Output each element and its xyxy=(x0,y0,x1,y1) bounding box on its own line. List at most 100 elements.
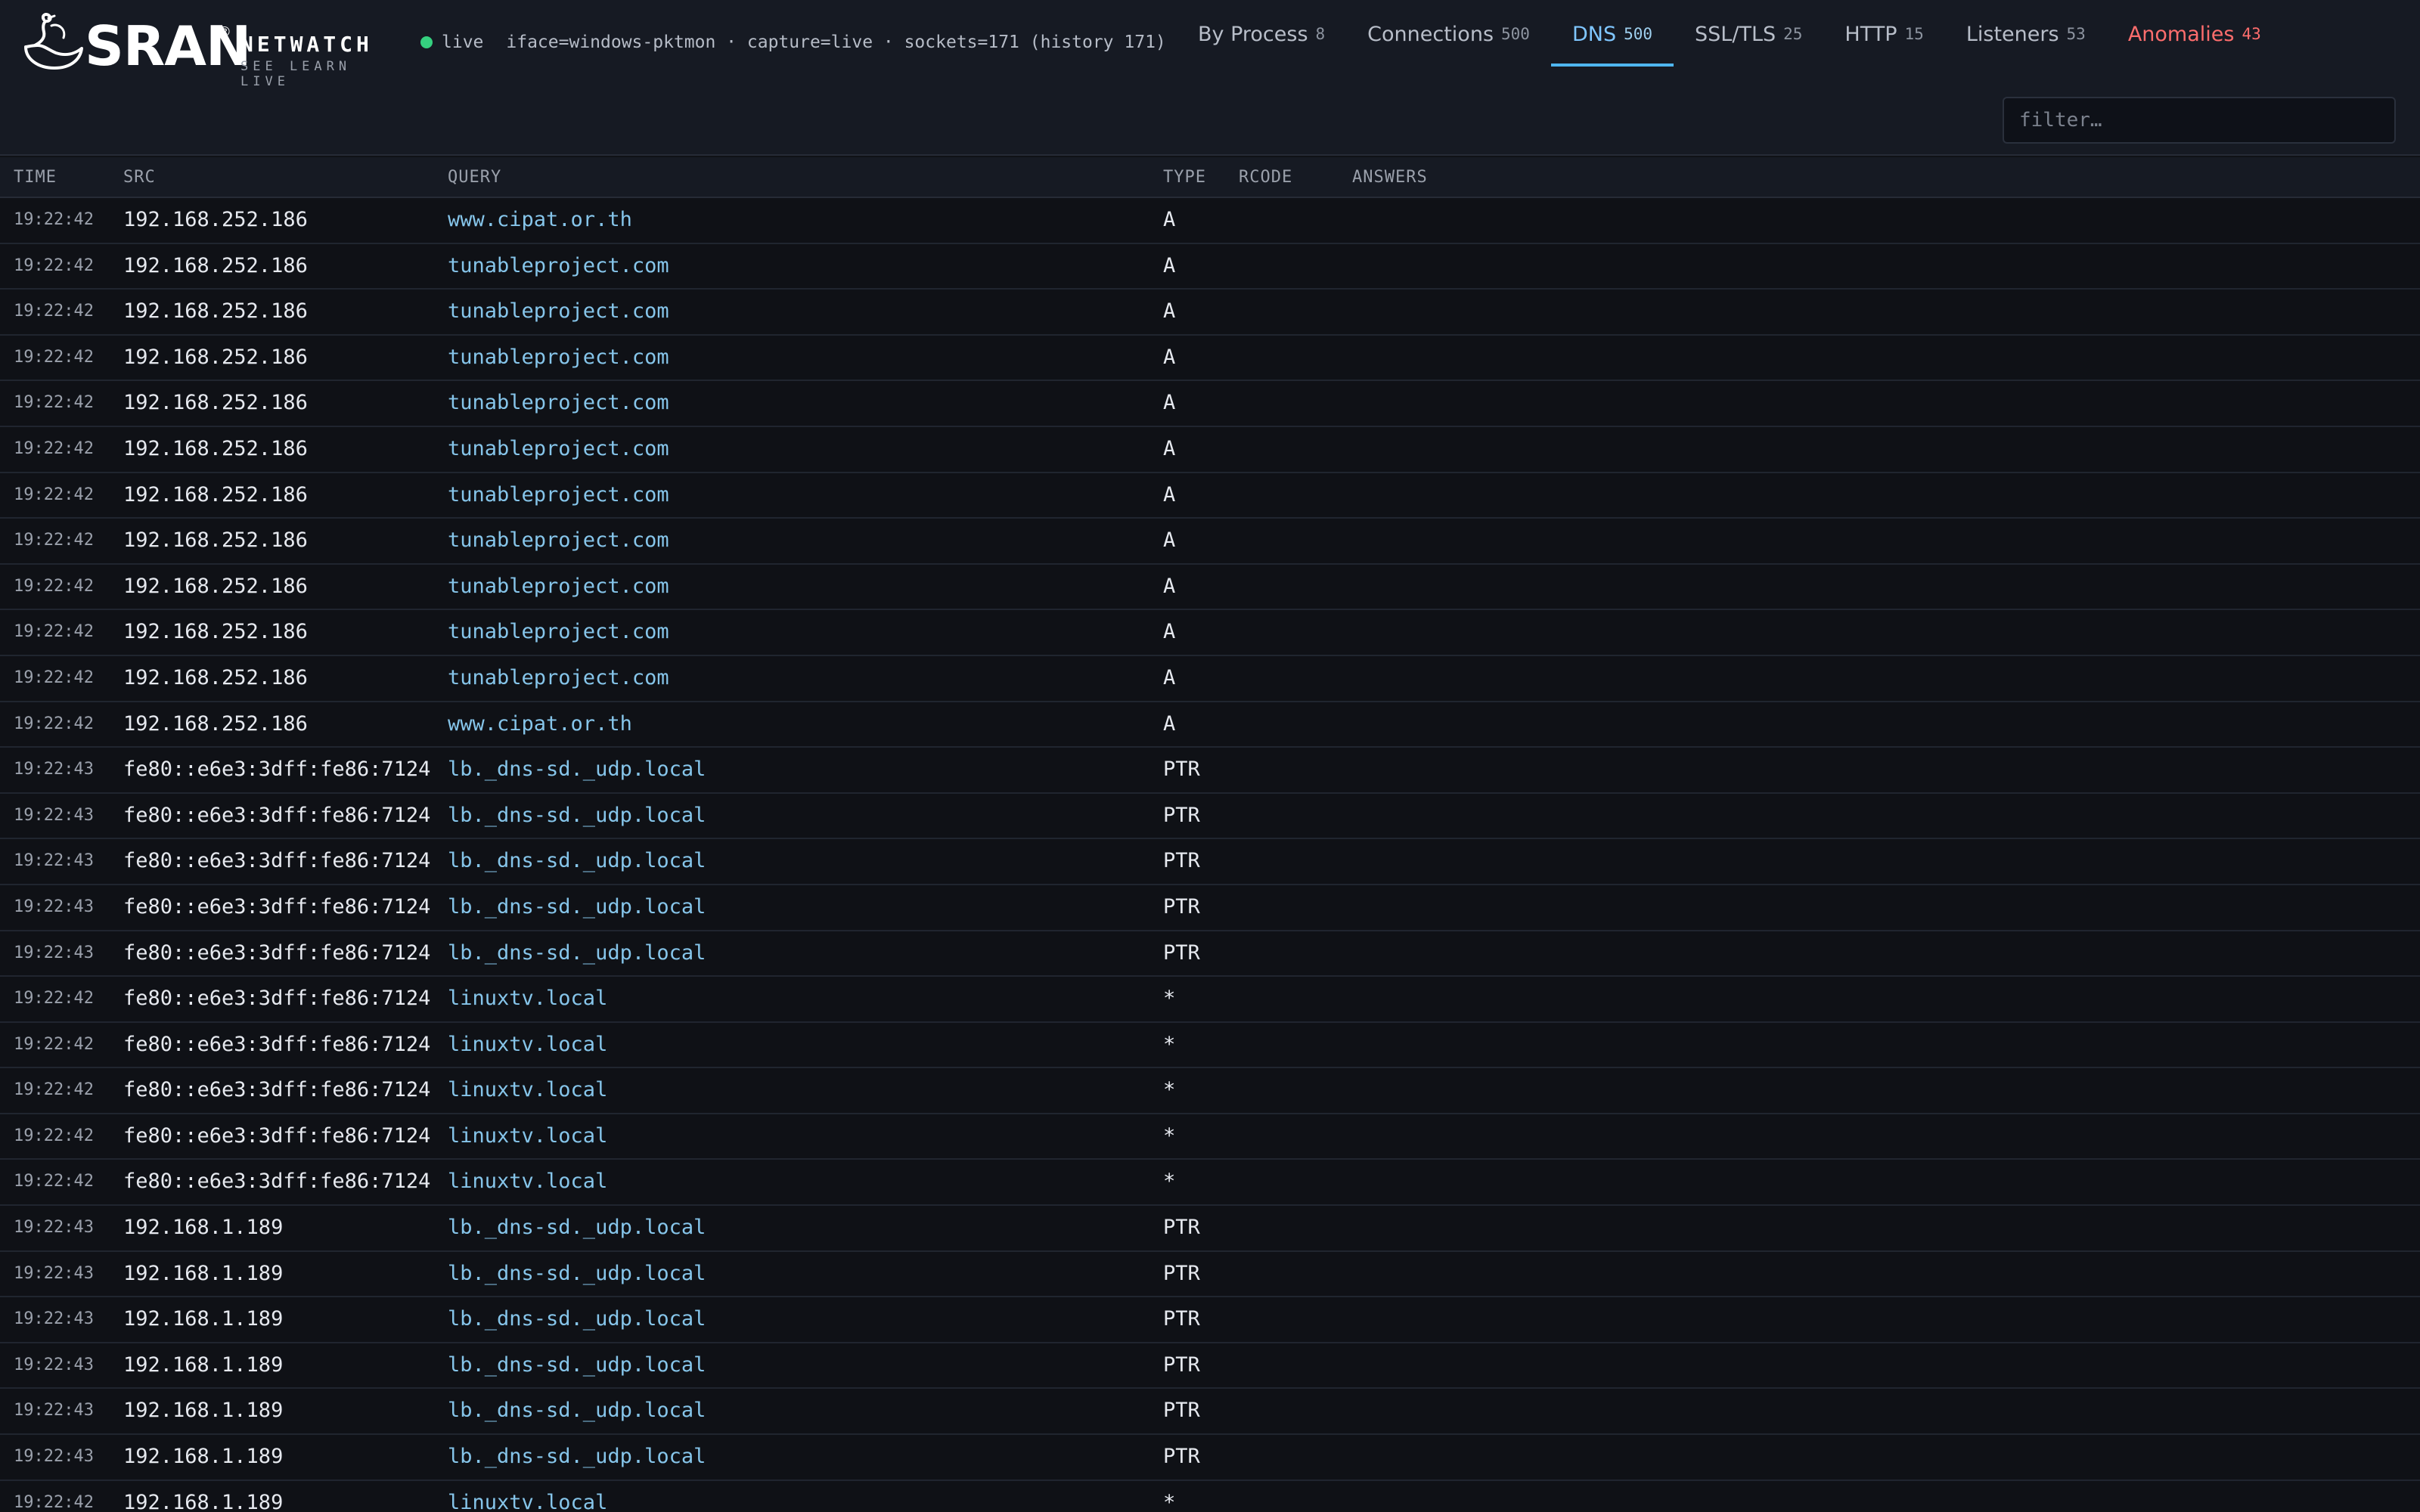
tab-listeners[interactable]: Listeners 53 xyxy=(1945,0,2107,68)
table-row[interactable]: 19:22:43 192.168.1.189 lb._dns-sd._udp.loc… xyxy=(0,1343,2420,1390)
column-header-answers[interactable]: ANSWERS xyxy=(1352,157,1428,198)
cell-query: lb._dns-sd._udp.local xyxy=(448,1445,706,1469)
table-row[interactable]: 19:22:43 192.168.1.189 lb._dns-sd._udp.loc… xyxy=(0,1252,2420,1298)
cell-type: PTR xyxy=(1163,803,1200,827)
table-row[interactable]: 19:22:42 192.168.1.189 linuxtv.local * xyxy=(0,1481,2420,1512)
cell-src: 192.168.1.189 xyxy=(123,1445,284,1469)
table-row[interactable]: 19:22:42 192.168.252.186 tunableproject.co… xyxy=(0,519,2420,565)
cell-type: * xyxy=(1163,1123,1176,1148)
cell-time: 19:22:42 xyxy=(14,347,94,367)
cell-time: 19:22:42 xyxy=(14,622,94,642)
table-row[interactable]: 19:22:42 192.168.252.186 tunableproject.co… xyxy=(0,290,2420,336)
cell-type: A xyxy=(1163,620,1176,644)
tab-label: SSL/TLS xyxy=(1695,22,1776,46)
tab-http[interactable]: HTTP 15 xyxy=(1823,0,1944,68)
cell-src: 192.168.252.186 xyxy=(123,482,308,507)
cell-time: 19:22:42 xyxy=(14,668,94,687)
cell-src: 192.168.252.186 xyxy=(123,574,308,598)
cell-src: fe80::e6e3:3dff:fe86:7124 xyxy=(123,849,431,873)
tab-anomalies[interactable]: Anomalies 43 xyxy=(2107,0,2282,68)
cell-time: 19:22:43 xyxy=(14,897,94,916)
cell-query: tunableproject.com xyxy=(448,620,669,644)
cell-type: PTR xyxy=(1163,1352,1200,1377)
table-row[interactable]: 19:22:42 192.168.252.186 tunableproject.co… xyxy=(0,565,2420,611)
tab-count: 15 xyxy=(1904,25,1924,43)
cell-query: lb._dns-sd._udp.local xyxy=(448,1352,706,1377)
cell-query: lb._dns-sd._udp.local xyxy=(448,758,706,782)
table-header: TIME SRC QUERY TYPE RCODE ANSWERS xyxy=(0,157,2420,198)
capture-details: iface=windows-pktmon · capture=live · so… xyxy=(506,33,1166,52)
table-row[interactable]: 19:22:43 fe80::e6e3:3dff:fe86:7124 lb._dns… xyxy=(0,839,2420,885)
cell-query: lb._dns-sd._udp.local xyxy=(448,1261,706,1285)
table-row[interactable]: 19:22:43 192.168.1.189 lb._dns-sd._udp.loc… xyxy=(0,1206,2420,1252)
column-header-query[interactable]: QUERY xyxy=(448,157,501,198)
cell-query: linuxtv.local xyxy=(448,1490,608,1512)
cell-type: PTR xyxy=(1163,894,1200,919)
table-row[interactable]: 19:22:42 192.168.252.186 tunableproject.co… xyxy=(0,381,2420,427)
tab-label: DNS xyxy=(1571,22,1617,46)
tab-connections[interactable]: Connections 500 xyxy=(1346,0,1551,68)
tab-by-process[interactable]: By Process 8 xyxy=(1177,0,1346,68)
tab-ssl-tls[interactable]: SSL/TLS 25 xyxy=(1674,0,1823,68)
cell-time: 19:22:43 xyxy=(14,851,94,871)
table-row[interactable]: 19:22:42 192.168.252.186 www.cipat.or.th A xyxy=(0,198,2420,244)
tab-count: 53 xyxy=(2066,25,2086,43)
cell-time: 19:22:43 xyxy=(14,1401,94,1421)
cell-src: 192.168.252.186 xyxy=(123,391,308,415)
table-row[interactable]: 19:22:43 192.168.1.189 lb._dns-sd._udp.loc… xyxy=(0,1435,2420,1481)
cell-time: 19:22:43 xyxy=(14,943,94,962)
cell-time: 19:22:43 xyxy=(14,1355,94,1374)
tab-count: 500 xyxy=(1501,25,1530,43)
product-name: NETWATCH xyxy=(240,32,373,57)
tab-count: 500 xyxy=(1624,25,1653,43)
table-row[interactable]: 19:22:42 192.168.252.186 www.cipat.or.th A xyxy=(0,702,2420,748)
cell-src: fe80::e6e3:3dff:fe86:7124 xyxy=(123,1170,431,1194)
cell-time: 19:22:42 xyxy=(14,438,94,458)
brand-logo[interactable]: SRAN ® NETWATCH SEE LEARN LIVE xyxy=(21,12,404,89)
tab-count: 43 xyxy=(2242,25,2261,43)
table-body: 19:22:42 192.168.252.186 www.cipat.or.th A 1… xyxy=(0,198,2420,1512)
table-row[interactable]: 19:22:43 fe80::e6e3:3dff:fe86:7124 lb._dns… xyxy=(0,748,2420,794)
table-row[interactable]: 19:22:42 192.168.252.186 tunableproject.co… xyxy=(0,244,2420,290)
column-header-time[interactable]: TIME xyxy=(14,157,57,198)
cell-type: A xyxy=(1163,345,1176,369)
table-row[interactable]: 19:22:42 192.168.252.186 tunableproject.co… xyxy=(0,610,2420,656)
table-row[interactable]: 19:22:43 fe80::e6e3:3dff:fe86:7124 lb._dns… xyxy=(0,794,2420,840)
column-header-type[interactable]: TYPE xyxy=(1163,157,1206,198)
cell-query: www.cipat.or.th xyxy=(448,711,632,736)
cell-time: 19:22:43 xyxy=(14,1447,94,1467)
cell-src: 192.168.252.186 xyxy=(123,711,308,736)
cell-query: linuxtv.local xyxy=(448,987,608,1011)
table-row[interactable]: 19:22:42 192.168.252.186 tunableproject.co… xyxy=(0,473,2420,519)
cell-time: 19:22:42 xyxy=(14,485,94,504)
table-row[interactable]: 19:22:42 fe80::e6e3:3dff:fe86:7124 linuxtv… xyxy=(0,1114,2420,1160)
table-row[interactable]: 19:22:42 fe80::e6e3:3dff:fe86:7124 linuxtv… xyxy=(0,1160,2420,1207)
cell-src: fe80::e6e3:3dff:fe86:7124 xyxy=(123,758,431,782)
cell-src: fe80::e6e3:3dff:fe86:7124 xyxy=(123,1123,431,1148)
table-row[interactable]: 19:22:42 192.168.252.186 tunableproject.co… xyxy=(0,427,2420,473)
cell-query: lb._dns-sd._udp.local xyxy=(448,1216,706,1240)
table-row[interactable]: 19:22:42 192.168.252.186 tunableproject.co… xyxy=(0,336,2420,382)
cell-type: * xyxy=(1163,1170,1176,1194)
table-row[interactable]: 19:22:43 192.168.1.189 lb._dns-sd._udp.loc… xyxy=(0,1389,2420,1436)
table-row[interactable]: 19:22:43 fe80::e6e3:3dff:fe86:7124 lb._dns… xyxy=(0,885,2420,931)
column-header-rcode[interactable]: RCODE xyxy=(1239,157,1292,198)
cell-type: A xyxy=(1163,208,1176,231)
cell-type: A xyxy=(1163,528,1176,553)
table-row[interactable]: 19:22:42 192.168.252.186 tunableproject.co… xyxy=(0,656,2420,702)
table-row[interactable]: 19:22:42 fe80::e6e3:3dff:fe86:7124 linuxtv… xyxy=(0,977,2420,1023)
cell-time: 19:22:43 xyxy=(14,1218,94,1238)
table-row[interactable]: 19:22:43 fe80::e6e3:3dff:fe86:7124 lb._dns… xyxy=(0,931,2420,978)
table-row[interactable]: 19:22:43 192.168.1.189 lb._dns-sd._udp.loc… xyxy=(0,1297,2420,1343)
tab-dns[interactable]: DNS 500 xyxy=(1550,0,1674,68)
column-header-src[interactable]: SRC xyxy=(123,157,156,198)
table-row[interactable]: 19:22:42 fe80::e6e3:3dff:fe86:7124 linuxtv… xyxy=(0,1023,2420,1069)
cell-src: fe80::e6e3:3dff:fe86:7124 xyxy=(123,987,431,1011)
tab-count: 25 xyxy=(1783,25,1803,43)
table-row[interactable]: 19:22:42 fe80::e6e3:3dff:fe86:7124 linuxtv… xyxy=(0,1068,2420,1114)
cell-type: A xyxy=(1163,574,1176,598)
cell-time: 19:22:42 xyxy=(14,302,94,321)
tab-label: Anomalies xyxy=(2127,22,2235,46)
tab-count: 8 xyxy=(1315,25,1326,43)
filter-input[interactable] xyxy=(2003,97,2396,144)
